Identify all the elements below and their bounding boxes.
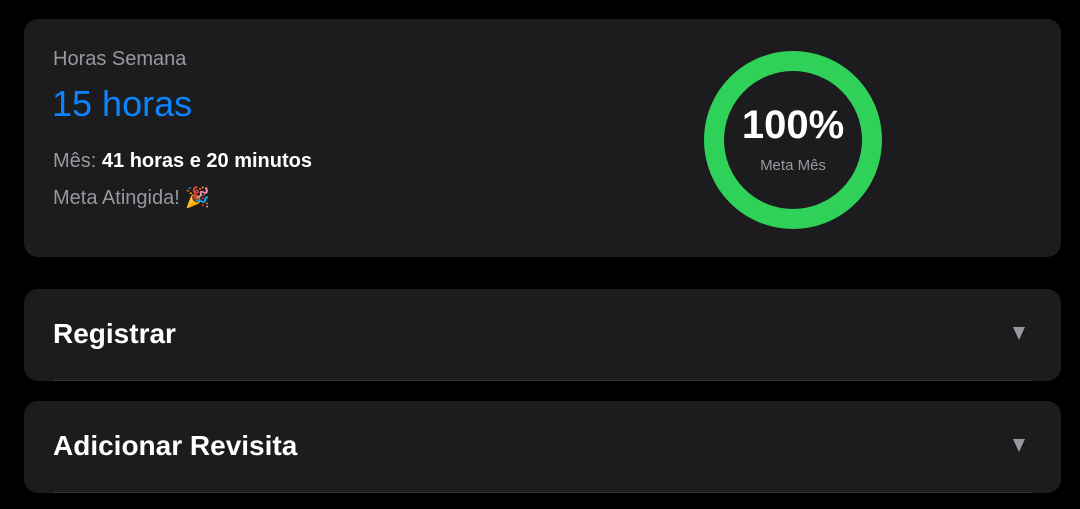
- monthly-goal-ring: 100% Meta Mês: [704, 49, 882, 231]
- week-hours-value: 15 horas: [52, 83, 193, 124]
- add-revisit-section-title: Adicionar Revisita: [53, 430, 298, 461]
- month-hours-value: 41 horas e 20 minutos: [101, 150, 312, 172]
- goal-percent: 100%: [741, 103, 845, 147]
- month-hours: Mês: 41 horas e 20 minutos: [53, 150, 312, 173]
- add-revisit-section-header[interactable]: Adicionar Revisita: [24, 401, 1061, 493]
- register-section-title: Registrar: [53, 318, 176, 349]
- register-section-header[interactable]: Registrar: [24, 289, 1061, 381]
- goal-status: Meta Atingida! 🎉: [53, 187, 211, 209]
- divider: [54, 492, 1031, 493]
- goal-caption: Meta Mês: [760, 157, 826, 174]
- week-hours-label: Horas Semana: [53, 48, 187, 70]
- chevron-down-icon: [1013, 327, 1025, 340]
- month-hours-label: Mês:: [53, 150, 97, 172]
- divider: [54, 380, 1031, 381]
- stats-card: Horas Semana 15 horas Mês: 41 horas e 20…: [24, 19, 1061, 257]
- chevron-down-icon: [1013, 439, 1025, 452]
